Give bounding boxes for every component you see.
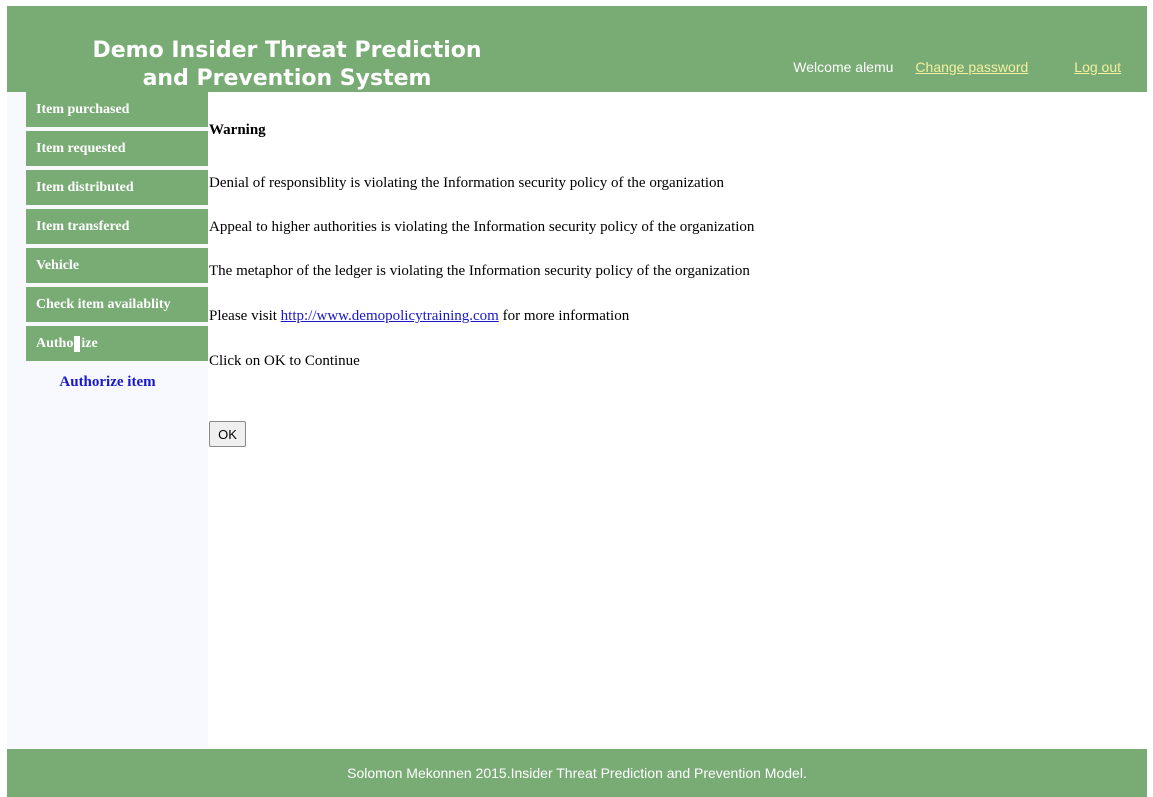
warning-message-3: The metaphor of the ledger is violating … — [209, 263, 750, 279]
header: Demo Insider Threat Prediction and Preve… — [7, 6, 1147, 92]
footer-text: Solomon Mekonnen 2015.Insider Threat Pre… — [347, 765, 807, 781]
sidebar-item-label: Item distributed — [36, 179, 134, 195]
footer: Solomon Mekonnen 2015.Insider Threat Pre… — [7, 749, 1147, 797]
sidebar-item-label: Item purchased — [36, 101, 130, 117]
sidebar-item-label: Check item availablity — [36, 296, 171, 312]
log-out-link[interactable]: Log out — [1074, 59, 1121, 75]
policy-training-link[interactable]: http://www.demopolicytraining.com — [281, 308, 499, 324]
ok-button[interactable]: OK — [209, 421, 246, 447]
sidebar-item-item-requested[interactable]: Item requested — [26, 131, 208, 168]
change-password-link[interactable]: Change password — [915, 59, 1028, 75]
welcome-text: Welcome alemu — [793, 59, 894, 75]
sidebar-item-item-purchased[interactable]: Item purchased — [26, 92, 208, 129]
visit-prefix: Please visit — [209, 308, 281, 324]
user-links: Welcome alemu Change password Log out — [793, 59, 1121, 75]
sidebar-item-vehicle[interactable]: Vehicle — [26, 248, 208, 285]
sidebar-item-label: ize — [81, 335, 98, 351]
sidebar-item-label: Item transfered — [36, 218, 130, 234]
sidebar-item-item-distributed[interactable]: Item distributed — [26, 170, 208, 207]
sidebar-subitem-authorize-item[interactable]: Authorize item — [7, 374, 208, 391]
warning-message-1: Denial of responsiblity is violating the… — [209, 175, 725, 191]
sidebar-item-label: Item requested — [36, 140, 126, 156]
continue-instruction: Click on OK to Continue — [209, 353, 360, 369]
visit-suffix: for more information — [498, 308, 630, 324]
text-cursor-icon — [74, 335, 81, 352]
app-title: Demo Insider Threat Prediction and Preve… — [92, 38, 482, 91]
sidebar-item-check-item-availablity[interactable]: Check item availablity — [26, 287, 208, 324]
warning-title: Warning — [209, 122, 266, 138]
warning-message-2: Appeal to higher authorities is violatin… — [209, 219, 755, 235]
sidebar: Item purchased Item requested Item distr… — [7, 92, 208, 749]
sidebar-item-label: Vehicle — [36, 257, 80, 273]
visit-message: Please visit http://www.demopolicytraini… — [209, 308, 629, 325]
sidebar-item-label: Autho — [36, 335, 74, 351]
sidebar-item-item-transfered[interactable]: Item transfered — [26, 209, 208, 246]
sidebar-item-authorize[interactable]: Autho ize — [26, 326, 208, 363]
